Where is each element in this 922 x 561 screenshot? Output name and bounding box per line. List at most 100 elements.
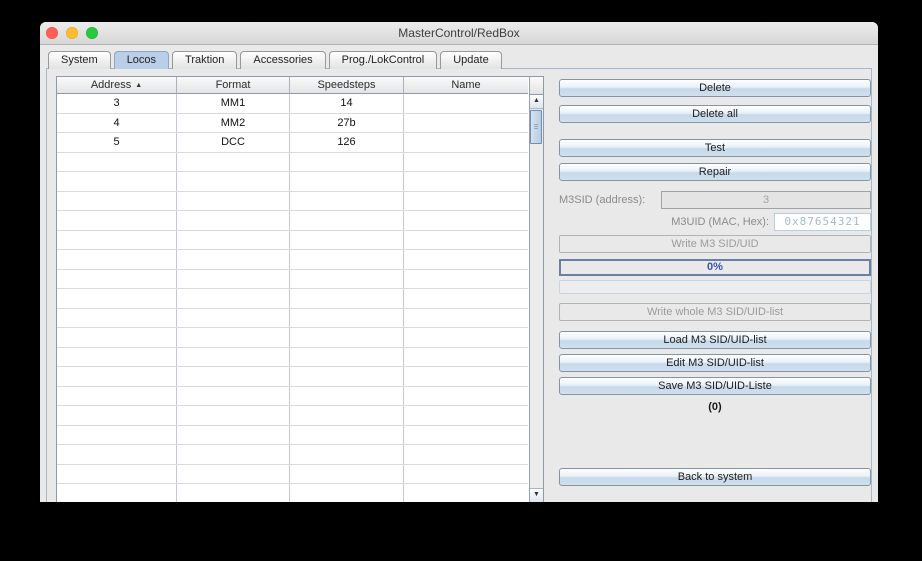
table-cell	[177, 445, 290, 464]
tab-traktion[interactable]: Traktion	[172, 51, 237, 69]
table-cell	[177, 328, 290, 347]
table-row[interactable]: 4MM227b	[57, 114, 528, 134]
table-cell	[404, 387, 528, 406]
table-cell	[290, 231, 404, 250]
m3uid-input[interactable]: 0x87654321	[774, 213, 871, 231]
tab-update[interactable]: Update	[440, 51, 501, 69]
table-cell	[290, 309, 404, 328]
table-cell	[290, 153, 404, 172]
table-cell	[404, 133, 528, 152]
table-cell: MM1	[177, 94, 290, 113]
table-row[interactable]	[57, 387, 528, 407]
m3uid-label: M3UID (MAC, Hex):	[559, 213, 769, 231]
table-cell	[177, 406, 290, 425]
table-row[interactable]	[57, 270, 528, 290]
scroll-up-icon: ▲	[533, 97, 540, 104]
table-cell	[404, 94, 528, 113]
table-body: 3MM1144MM227b5DCC126	[57, 94, 528, 502]
scrollbar-thumb[interactable]	[530, 110, 542, 144]
table-row[interactable]	[57, 309, 528, 329]
loco-table-scrollpane: Address▲FormatSpeedstepsName 3MM1144MM22…	[56, 76, 544, 502]
table-cell	[57, 406, 177, 425]
column-header-speedsteps[interactable]: Speedsteps	[290, 77, 404, 94]
repair-button[interactable]: Repair	[559, 163, 871, 181]
write-whole-list-button: Write whole M3 SID/UID-list	[559, 303, 871, 321]
table-cell	[177, 367, 290, 386]
m3sid-input[interactable]: 3	[661, 191, 871, 209]
table-row[interactable]	[57, 484, 528, 502]
secondary-progress-bar	[559, 280, 871, 294]
table-cell	[404, 270, 528, 289]
table-row[interactable]	[57, 231, 528, 251]
table-cell	[290, 406, 404, 425]
table-cell	[177, 289, 290, 308]
tab-locos[interactable]: Locos	[114, 51, 169, 69]
table-cell	[57, 172, 177, 191]
table-cell	[290, 484, 404, 502]
table-cell	[57, 445, 177, 464]
table-cell	[177, 192, 290, 211]
write-m3-sid-uid-button: Write M3 SID/UID	[559, 235, 871, 253]
table-row[interactable]	[57, 250, 528, 270]
save-list-button[interactable]: Save M3 SID/UID-Liste	[559, 377, 871, 395]
table-row[interactable]	[57, 192, 528, 212]
table-row[interactable]	[57, 406, 528, 426]
table-cell	[57, 289, 177, 308]
tab-bar: SystemLocosTraktionAccessoriesProg./LokC…	[48, 50, 505, 69]
table-cell	[404, 250, 528, 269]
table-cell	[177, 387, 290, 406]
column-header-address[interactable]: Address▲	[57, 77, 177, 94]
table-cell	[57, 367, 177, 386]
vertical-scrollbar[interactable]: ▲ ▼	[529, 77, 543, 502]
table-row[interactable]	[57, 445, 528, 465]
table-cell	[57, 426, 177, 445]
table-cell	[177, 426, 290, 445]
table-row[interactable]	[57, 426, 528, 446]
delete-button[interactable]: Delete	[559, 79, 871, 97]
tab-prog-lokcontrol[interactable]: Prog./LokControl	[329, 51, 438, 69]
table-cell	[57, 348, 177, 367]
table-cell	[57, 211, 177, 230]
table-cell	[177, 231, 290, 250]
table-cell	[290, 465, 404, 484]
table-row[interactable]	[57, 153, 528, 173]
table-row[interactable]: 3MM114	[57, 94, 528, 114]
table-cell	[57, 387, 177, 406]
table-cell	[404, 484, 528, 502]
table-row[interactable]	[57, 289, 528, 309]
table-cell	[404, 231, 528, 250]
table-cell	[404, 211, 528, 230]
table-row[interactable]	[57, 465, 528, 485]
table-cell	[57, 328, 177, 347]
tab-content-panel: Address▲FormatSpeedstepsName 3MM1144MM22…	[46, 68, 872, 502]
table-row[interactable]	[57, 328, 528, 348]
table-cell	[404, 367, 528, 386]
back-to-system-button[interactable]: Back to system	[559, 468, 871, 486]
scrollbar-header-corner	[530, 77, 543, 95]
table-row[interactable]: 5DCC126	[57, 133, 528, 153]
table-cell	[404, 465, 528, 484]
scroll-down-button[interactable]: ▼	[530, 488, 543, 502]
table-cell: 27b	[290, 114, 404, 133]
edit-list-button[interactable]: Edit M3 SID/UID-list	[559, 354, 871, 372]
table-cell	[57, 231, 177, 250]
table-cell	[57, 153, 177, 172]
table-cell	[177, 309, 290, 328]
scroll-down-icon: ▼	[533, 491, 540, 498]
scroll-up-button[interactable]: ▲	[530, 95, 543, 109]
column-header-format[interactable]: Format	[177, 77, 290, 94]
titlebar[interactable]: MasterControl/RedBox	[40, 22, 878, 45]
table-cell	[177, 250, 290, 269]
table-cell: 126	[290, 133, 404, 152]
table-row[interactable]	[57, 172, 528, 192]
delete-all-button[interactable]: Delete all	[559, 105, 871, 123]
table-row[interactable]	[57, 367, 528, 387]
load-list-button[interactable]: Load M3 SID/UID-list	[559, 331, 871, 349]
test-button[interactable]: Test	[559, 139, 871, 157]
table-cell: 4	[57, 114, 177, 133]
table-row[interactable]	[57, 211, 528, 231]
table-row[interactable]	[57, 348, 528, 368]
tab-system[interactable]: System	[48, 51, 111, 69]
column-header-name[interactable]: Name	[404, 77, 528, 94]
tab-accessories[interactable]: Accessories	[240, 51, 325, 69]
